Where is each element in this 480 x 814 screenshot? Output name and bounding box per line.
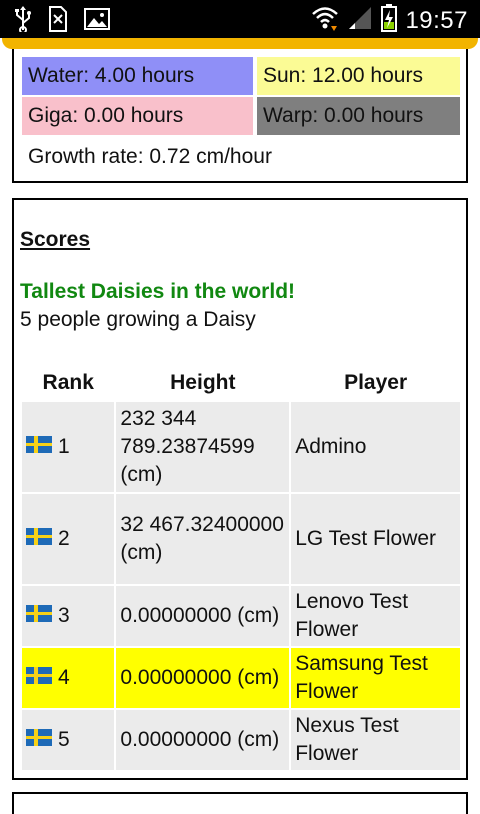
table-header-row: Rank Height Player [22, 366, 460, 400]
sweden-flag-icon [26, 664, 52, 692]
usb-icon [14, 6, 32, 37]
wifi-icon [311, 4, 339, 37]
player-cell: Nexus Test Flower [291, 710, 460, 770]
rank-value: 3 [58, 603, 70, 627]
sun-hours: Sun: 12.00 hours [257, 57, 460, 95]
warp-hours: Warp: 0.00 hours [257, 97, 460, 135]
table-row-highlighted[interactable]: 4 0.00000000 (cm) Samsung Test Flower [22, 648, 460, 708]
scores-title: Scores [20, 228, 91, 251]
scores-table: Rank Height Player 1 232 344 789.2387459… [20, 364, 462, 772]
rank-value: 5 [58, 727, 70, 751]
height-cell: 32 467.32400000 (cm) [116, 494, 290, 584]
height-cell: 0.00000000 (cm) [116, 586, 290, 646]
scores-subline: 5 people growing a Daisy [20, 308, 256, 331]
rank-value: 4 [58, 665, 70, 689]
next-card-edge [12, 792, 468, 814]
sweden-flag-icon [26, 433, 52, 461]
sim-card-icon [48, 6, 68, 37]
table-row[interactable]: 1 232 344 789.23874599 (cm) Admino [22, 402, 460, 492]
table-row[interactable]: 5 0.00000000 (cm) Nexus Test Flower [22, 710, 460, 770]
battery-charging-icon [381, 4, 398, 37]
player-cell: LG Test Flower [291, 494, 460, 584]
column-header-height: Height [170, 371, 236, 394]
image-icon [84, 8, 110, 35]
column-header-rank: Rank [42, 371, 94, 394]
height-cell: 0.00000000 (cm) [116, 710, 290, 770]
column-header-player: Player [344, 371, 408, 394]
player-cell: Samsung Test Flower [291, 648, 460, 708]
rank-cell: 1 [22, 402, 115, 492]
rank-cell: 2 [22, 494, 115, 584]
water-hours: Water: 4.00 hours [22, 57, 253, 95]
scores-card: Scores Tallest Daisies in the world! 5 p… [12, 198, 468, 780]
table-row[interactable]: 2 32 467.32400000 (cm) LG Test Flower [22, 494, 460, 584]
rank-cell: 3 [22, 586, 115, 646]
sweden-flag-icon [26, 602, 52, 630]
rank-value: 2 [58, 526, 70, 550]
height-cell: 232 344 789.23874599 (cm) [116, 402, 290, 492]
rank-cell: 4 [22, 648, 115, 708]
app-header-bar [2, 38, 478, 49]
table-row[interactable]: 3 0.00000000 (cm) Lenovo Test Flower [22, 586, 460, 646]
growth-info-card: Water: 4.00 hours Sun: 12.00 hours Giga:… [12, 49, 468, 183]
rank-value: 1 [58, 434, 70, 458]
rank-cell: 5 [22, 710, 115, 770]
sweden-flag-icon [26, 726, 52, 754]
player-cell: Lenovo Test Flower [291, 586, 460, 646]
scores-headline: Tallest Daisies in the world! [20, 280, 296, 303]
status-bar: 19:57 [0, 0, 480, 38]
player-cell: Admino [291, 402, 460, 492]
sweden-flag-icon [26, 525, 52, 553]
clock-time: 19:57 [405, 6, 468, 34]
giga-hours: Giga: 0.00 hours [22, 97, 253, 135]
height-cell: 0.00000000 (cm) [116, 648, 290, 708]
signal-icon [347, 5, 373, 36]
growth-rate: Growth rate: 0.72 cm/hour [28, 145, 272, 168]
